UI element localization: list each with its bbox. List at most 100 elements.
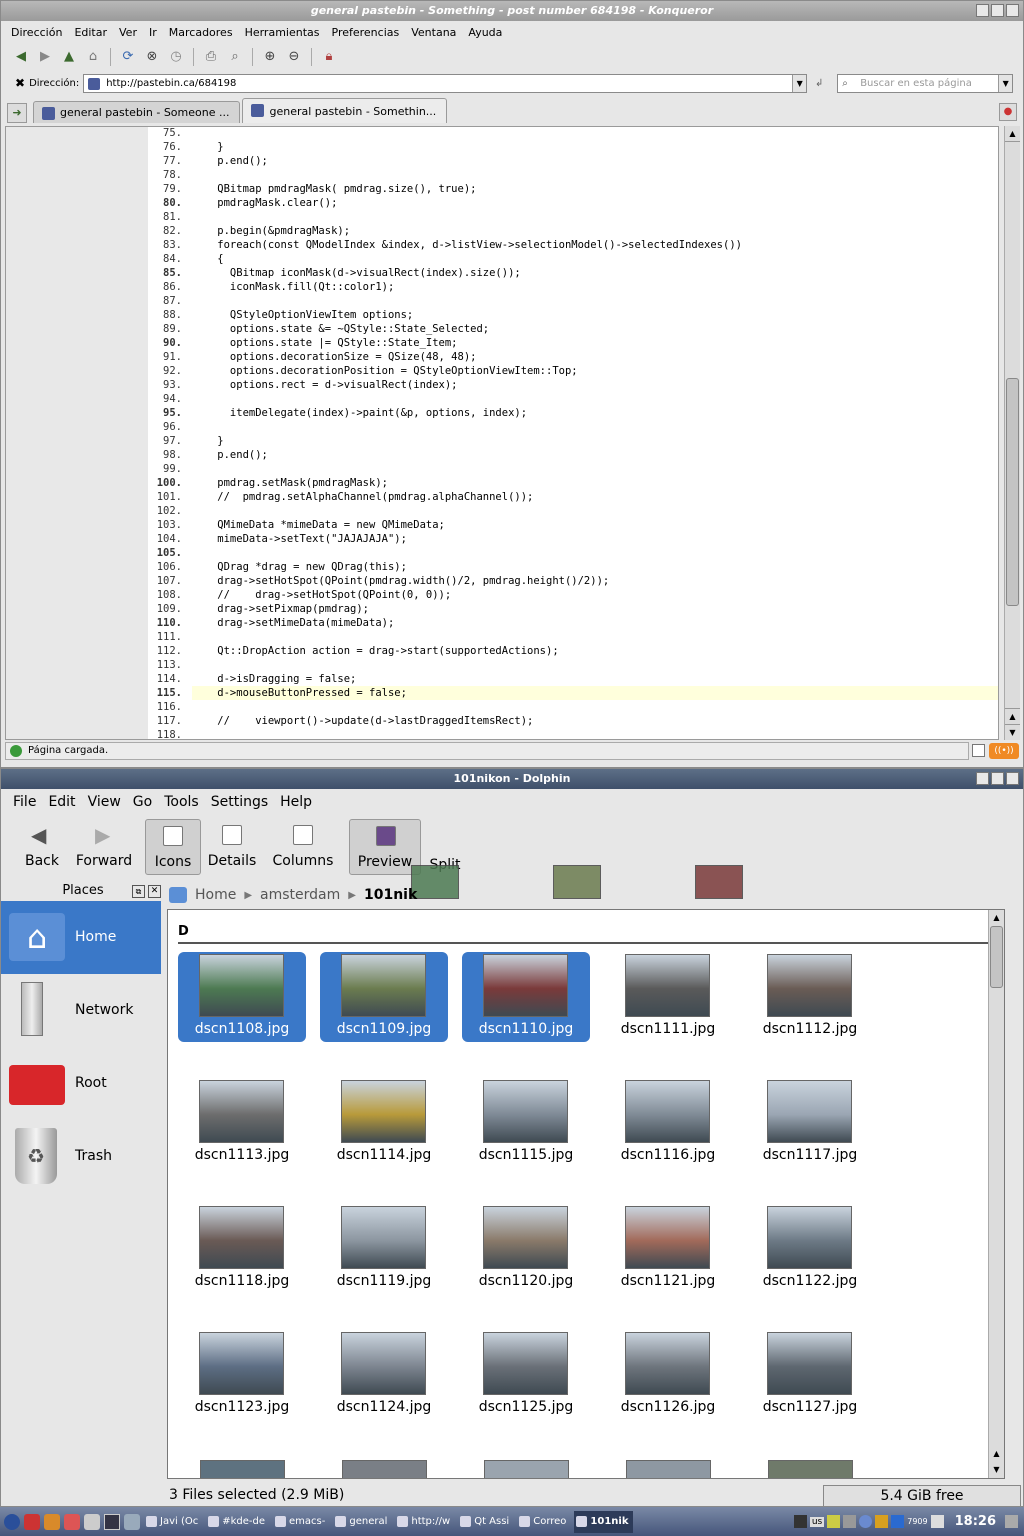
go-icon[interactable]: ↲: [811, 78, 827, 89]
tray-app-icon[interactable]: [793, 1515, 807, 1528]
task-qt-assistant[interactable]: Qt Assi: [458, 1511, 513, 1533]
file-item[interactable]: dscn1120.jpg: [462, 1204, 590, 1294]
tray-app-icon[interactable]: [891, 1515, 905, 1528]
file-item[interactable]: dscn1116.jpg: [604, 1078, 732, 1168]
crumb-amsterdam[interactable]: amsterdam: [260, 887, 340, 903]
icons-view-button[interactable]: Icons: [145, 819, 201, 875]
quicklaunch-icon[interactable]: [24, 1513, 40, 1530]
forward-arrow-icon[interactable]: ▶: [35, 47, 55, 67]
rss-feed-icon[interactable]: ((•)): [989, 743, 1019, 759]
place-root[interactable]: Root: [1, 1047, 161, 1120]
new-tab-icon[interactable]: ➜: [7, 103, 27, 123]
reload-icon[interactable]: ⟳: [118, 47, 138, 67]
minimize-button[interactable]: [976, 772, 989, 785]
history-icon[interactable]: ◷: [166, 47, 186, 67]
scroll-thumb[interactable]: [1006, 378, 1019, 606]
find-icon[interactable]: ⌕: [225, 47, 245, 67]
file-item[interactable]: dscn1110.jpg: [462, 952, 590, 1042]
search-dropdown-icon[interactable]: ▼: [998, 74, 1013, 92]
menu-marcadores[interactable]: Marcadores: [165, 26, 241, 39]
file-item[interactable]: dscn1121.jpg: [604, 1204, 732, 1294]
maximize-button[interactable]: [991, 4, 1004, 17]
keyboard-layout[interactable]: us: [809, 1516, 825, 1527]
file-item[interactable]: dscn1112.jpg: [746, 952, 874, 1042]
tray-app-icon[interactable]: [827, 1515, 841, 1528]
volume-icon[interactable]: [843, 1515, 857, 1528]
menu-tools[interactable]: Tools: [158, 794, 205, 810]
menu-preferencias[interactable]: Preferencias: [328, 26, 408, 39]
task-emacs[interactable]: emacs-: [273, 1511, 329, 1533]
task-http[interactable]: http://w: [395, 1511, 454, 1533]
close-button[interactable]: [1006, 772, 1019, 785]
file-view-scrollbar[interactable]: ▲ ▲ ▼: [988, 910, 1004, 1478]
file-item[interactable]: dscn1118.jpg: [178, 1204, 306, 1294]
menu-go[interactable]: Go: [127, 794, 158, 810]
task-javi[interactable]: Javi (Oc: [144, 1511, 202, 1533]
scroll-down-icon[interactable]: ▼: [989, 1462, 1004, 1478]
scroll-down-icon[interactable]: ▼: [1005, 724, 1020, 740]
zoom-in-icon[interactable]: ⊕: [260, 47, 280, 67]
scroll-down-icon[interactable]: ▲: [989, 1446, 1004, 1462]
place-network[interactable]: Network: [1, 974, 161, 1047]
file-item[interactable]: dscn1127.jpg: [746, 1330, 874, 1420]
maximize-button[interactable]: [991, 772, 1004, 785]
crumb-current[interactable]: 101nik: [364, 887, 417, 903]
desktop-icon[interactable]: [104, 1513, 120, 1530]
float-panel-icon[interactable]: ⧉: [132, 885, 145, 898]
file-item[interactable]: dscn1109.jpg: [320, 952, 448, 1042]
forward-button[interactable]: ▶ Forward: [73, 819, 135, 875]
file-item[interactable]: dscn1108.jpg: [178, 952, 306, 1042]
task-dolphin[interactable]: 101nik: [574, 1510, 633, 1533]
tab-someone[interactable]: general pastebin - Someone ...: [33, 101, 241, 123]
menu-edit[interactable]: Edit: [42, 794, 81, 810]
zoom-out-icon[interactable]: ⊖: [284, 47, 304, 67]
konqueror-scrollbar[interactable]: ▲ ▲ ▼: [1004, 126, 1020, 740]
tray-badge[interactable]: 7909: [907, 1517, 927, 1526]
file-item[interactable]: dscn1114.jpg: [320, 1078, 448, 1168]
menu-settings[interactable]: Settings: [205, 794, 274, 810]
details-view-button[interactable]: Details: [201, 819, 263, 875]
place-home[interactable]: ⌂ Home: [1, 901, 161, 974]
menu-editar[interactable]: Editar: [70, 26, 115, 39]
clock[interactable]: 18:26: [955, 1514, 996, 1529]
task-general[interactable]: general: [333, 1511, 391, 1533]
security-lock-icon[interactable]: 🔒︎: [319, 47, 339, 67]
battery-icon[interactable]: [930, 1515, 944, 1528]
close-button[interactable]: [1006, 4, 1019, 17]
task-kde-devel[interactable]: #kde-de: [206, 1511, 269, 1533]
back-arrow-icon[interactable]: ◀: [11, 47, 31, 67]
file-item[interactable]: dscn1117.jpg: [746, 1078, 874, 1168]
menu-view[interactable]: View: [82, 794, 127, 810]
task-correo[interactable]: Correo: [517, 1511, 570, 1533]
tab-something[interactable]: general pastebin - Somethin...: [242, 98, 448, 123]
back-button[interactable]: ◀ Back: [11, 819, 73, 875]
crumb-home[interactable]: Home: [195, 887, 236, 903]
columns-view-button[interactable]: Columns: [263, 819, 343, 875]
menu-ventana[interactable]: Ventana: [407, 26, 464, 39]
minimize-button[interactable]: [976, 4, 989, 17]
address-input[interactable]: http://pastebin.ca/684198 ▼: [83, 73, 808, 93]
menu-help[interactable]: Help: [274, 794, 318, 810]
clear-location-icon[interactable]: ✖︎: [15, 76, 25, 90]
file-item[interactable]: dscn1126.jpg: [604, 1330, 732, 1420]
kmenu-icon[interactable]: [4, 1513, 20, 1530]
scroll-thumb[interactable]: [990, 926, 1003, 988]
file-item[interactable]: dscn1123.jpg: [178, 1330, 306, 1420]
file-item[interactable]: dscn1119.jpg: [320, 1204, 448, 1294]
file-item[interactable]: dscn1124.jpg: [320, 1330, 448, 1420]
home-icon[interactable]: ⌂: [83, 47, 103, 67]
menu-ver[interactable]: Ver: [115, 26, 145, 39]
menu-ayuda[interactable]: Ayuda: [464, 26, 510, 39]
tray-app-icon[interactable]: [1005, 1515, 1018, 1528]
place-trash[interactable]: ♻ Trash: [1, 1120, 161, 1193]
file-item[interactable]: dscn1113.jpg: [178, 1078, 306, 1168]
file-item[interactable]: dscn1125.jpg: [462, 1330, 590, 1420]
quicklaunch-icon[interactable]: [44, 1513, 60, 1530]
address-dropdown-icon[interactable]: ▼: [792, 74, 807, 92]
tray-app-icon[interactable]: [875, 1515, 889, 1528]
quicklaunch-icon[interactable]: [64, 1513, 80, 1530]
tray-app-icon[interactable]: [859, 1515, 873, 1528]
close-tab-icon[interactable]: ●: [999, 103, 1017, 121]
print-icon[interactable]: ⎙: [201, 47, 221, 67]
status-checkbox[interactable]: [972, 744, 985, 757]
